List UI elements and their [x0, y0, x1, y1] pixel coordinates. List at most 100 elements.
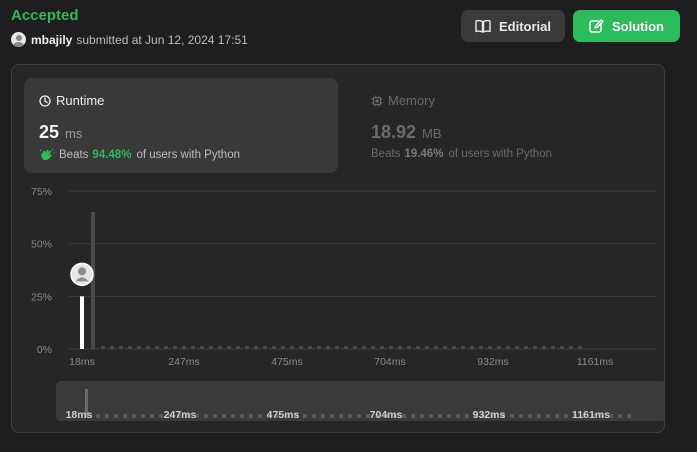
chart-bar-bin[interactable] — [272, 346, 276, 349]
x-tick-label: 18ms — [69, 356, 95, 368]
chart-bar-bin[interactable] — [191, 346, 195, 349]
navigator-tick-label: 247ms — [164, 409, 197, 421]
performance-card: Runtime 25 ms Beats 94.48% of users with … — [11, 64, 665, 433]
chart-bar-bin[interactable] — [119, 346, 123, 349]
chart-bar-bin[interactable] — [308, 346, 312, 349]
user-marker-head — [78, 267, 86, 276]
chart-bar-bin[interactable] — [434, 346, 438, 349]
chart-bar-bin[interactable] — [146, 346, 150, 349]
chart-bar-bin[interactable] — [254, 346, 258, 349]
navigator-bin — [114, 414, 118, 418]
chart-bar-bin[interactable] — [236, 346, 240, 349]
navigator-bin — [618, 414, 622, 418]
navigator-bin — [204, 414, 208, 418]
chart-bar-bin[interactable] — [407, 346, 411, 349]
chart-bar-bin[interactable] — [164, 346, 168, 349]
chart-bar-bin[interactable] — [263, 346, 267, 349]
chart-bar-user[interactable] — [80, 296, 84, 349]
solution-button[interactable]: Solution — [573, 10, 680, 42]
navigator-bin — [528, 414, 532, 418]
navigator-bin — [348, 414, 352, 418]
navigator-bin — [438, 414, 442, 418]
chart-bar-bin[interactable] — [416, 346, 420, 349]
chart-bar-bin[interactable] — [128, 346, 132, 349]
chart-bar-bin[interactable] — [335, 346, 339, 349]
navigator-bin — [357, 414, 361, 418]
navigator-tick-label: 704ms — [370, 409, 403, 421]
chart-bar-bin[interactable] — [380, 346, 384, 349]
y-tick-label: 0% — [37, 344, 52, 356]
chart-bar-bin[interactable] — [290, 346, 294, 349]
chart-bar-bin[interactable] — [515, 346, 519, 349]
x-tick-label: 704ms — [374, 356, 406, 368]
chart-bar-bin[interactable] — [488, 346, 492, 349]
chart-bar-bin[interactable] — [101, 346, 105, 349]
chart-bar-bin[interactable] — [479, 346, 483, 349]
x-tick-label: 475ms — [271, 356, 303, 368]
navigator-bin — [420, 414, 424, 418]
chart-bar-bin[interactable] — [344, 346, 348, 349]
y-tick-label: 75% — [31, 186, 52, 198]
submission-page: Accepted mbajily submitted at Jun 12, 20… — [0, 0, 697, 452]
chart-bar-bin[interactable] — [533, 346, 537, 349]
chart-bar-bin[interactable] — [389, 346, 393, 349]
username-link[interactable]: mbajily — [31, 33, 72, 47]
navigator-bin — [303, 414, 307, 418]
y-tick-label: 50% — [31, 239, 52, 251]
chart-bar-bin[interactable] — [299, 346, 303, 349]
chart-bar-bin[interactable] — [470, 346, 474, 349]
navigator-bin — [258, 414, 262, 418]
navigator-bin — [150, 414, 154, 418]
navigator-bin — [105, 414, 109, 418]
submission-meta: mbajily submitted at Jun 12, 2024 17:51 — [11, 32, 248, 47]
navigator-bin — [447, 414, 451, 418]
chart-bar-bin[interactable] — [497, 346, 501, 349]
chart-bar-bin[interactable] — [353, 346, 357, 349]
editorial-button[interactable]: Editorial — [461, 10, 565, 42]
chart-bar-bin[interactable] — [281, 346, 285, 349]
navigator-bin — [402, 414, 406, 418]
editorial-label: Editorial — [498, 18, 551, 34]
chart-bar-bin[interactable] — [326, 346, 330, 349]
solution-label: Solution — [612, 18, 664, 34]
chart-bar-bin[interactable] — [371, 346, 375, 349]
chart-bar-bin[interactable] — [245, 346, 249, 349]
chart-bar-bin[interactable] — [578, 346, 582, 349]
book-icon — [475, 19, 491, 33]
navigator-bin — [465, 414, 469, 418]
navigator-bin — [510, 414, 514, 418]
chart-bar-bin[interactable] — [425, 346, 429, 349]
chart-bar-bin[interactable] — [227, 346, 231, 349]
user-avatar[interactable] — [11, 32, 26, 47]
chart-bar-bin[interactable] — [551, 346, 555, 349]
navigator-bin — [249, 414, 253, 418]
chart-bar-bin[interactable] — [218, 346, 222, 349]
runtime-distribution-chart[interactable]: 75% 50% 25% 0% 18ms 247ms 475ms 704ms 932ms 1161m… — [12, 65, 664, 432]
navigator-bin — [456, 414, 460, 418]
chart-bar-bin[interactable] — [110, 346, 114, 349]
chart-bar-bin[interactable] — [200, 346, 204, 349]
chart-bar-bin[interactable] — [209, 346, 213, 349]
navigator-tick-label: 932ms — [473, 409, 506, 421]
submission-status: Accepted — [11, 7, 79, 24]
chart-bar-bin[interactable] — [317, 346, 321, 349]
navigator-bin — [312, 414, 316, 418]
chart-bar-bin[interactable] — [398, 346, 402, 349]
chart-bar-bin[interactable] — [182, 346, 186, 349]
chart-bar-bin[interactable] — [542, 346, 546, 349]
chart-bar-bin[interactable] — [524, 346, 528, 349]
chart-bar-bin[interactable] — [506, 346, 510, 349]
chart-bar-bin[interactable] — [137, 346, 141, 349]
chart-bar-bin[interactable] — [452, 346, 456, 349]
chart-bar-bin[interactable] — [443, 346, 447, 349]
navigator-bin — [321, 414, 325, 418]
chart-bar-bin[interactable] — [461, 346, 465, 349]
chart-bar-bin[interactable] — [173, 346, 177, 349]
chart-bar-bin[interactable] — [155, 346, 159, 349]
navigator-bin — [429, 414, 433, 418]
chart-bar-bin[interactable] — [569, 346, 573, 349]
navigator-bin — [132, 414, 136, 418]
navigator-tick-label: 475ms — [267, 409, 300, 421]
chart-bar-bin[interactable] — [560, 346, 564, 349]
chart-bar-bin[interactable] — [362, 346, 366, 349]
